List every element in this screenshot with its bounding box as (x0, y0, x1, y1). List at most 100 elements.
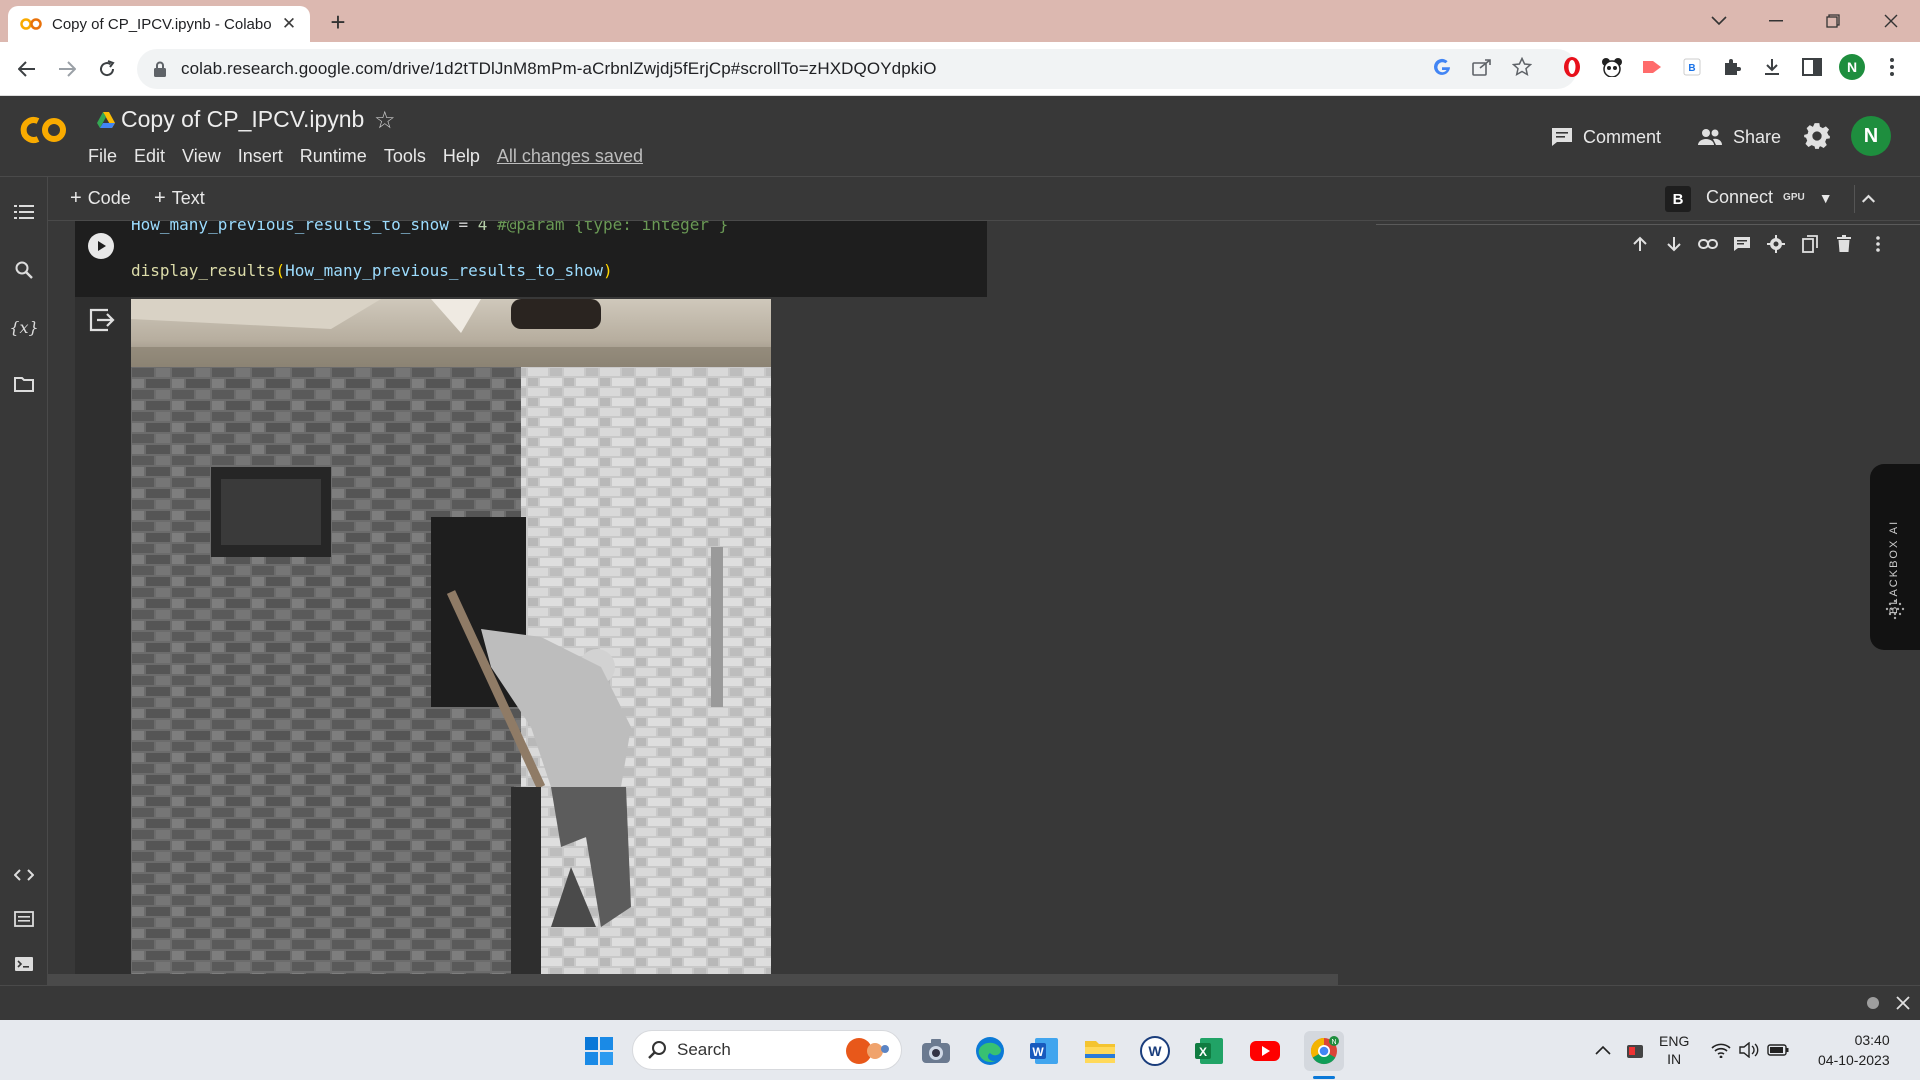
bookmark-star-icon[interactable] (1509, 54, 1535, 80)
app-circle-icon[interactable]: W (1138, 1034, 1172, 1068)
wifi-icon[interactable] (1711, 1042, 1731, 1058)
windows-start-icon[interactable] (582, 1034, 616, 1068)
chevron-down-icon[interactable]: ▼ (1819, 190, 1833, 206)
battery-icon[interactable] (1767, 1044, 1789, 1056)
taskbar-search-box[interactable]: Search (632, 1030, 902, 1070)
google-drive-icon[interactable] (96, 111, 116, 129)
browser-tab-colab[interactable]: Copy of CP_IPCV.ipynb - Colabo ✕ (8, 6, 310, 42)
share-button[interactable]: Share (1697, 122, 1781, 152)
file-explorer-icon[interactable] (1083, 1034, 1117, 1068)
menu-file[interactable]: File (88, 146, 117, 167)
play-icon (98, 241, 106, 251)
output-image-previous (131, 299, 771, 367)
blackbox-badge[interactable]: B (1665, 186, 1691, 212)
search-icon[interactable] (11, 257, 37, 283)
svg-text:W: W (1148, 1043, 1162, 1059)
back-arrow-icon[interactable] (12, 54, 42, 84)
reload-icon[interactable] (92, 54, 122, 84)
mirror-cell-icon[interactable] (1793, 231, 1827, 257)
menu-runtime[interactable]: Runtime (300, 146, 367, 167)
side-panel-icon[interactable] (1799, 54, 1825, 80)
table-of-contents-icon[interactable] (11, 199, 37, 225)
chrome-app-icon[interactable]: N (1304, 1031, 1344, 1071)
collapse-header-icon[interactable] (1854, 185, 1882, 213)
minimize-icon[interactable] (1756, 6, 1796, 36)
blackbox-ai-tab[interactable]: BLACKBOX AI (1870, 464, 1920, 650)
menu-view[interactable]: View (182, 146, 221, 167)
move-cell-up-icon[interactable] (1623, 231, 1657, 257)
panda-extension-icon[interactable] (1599, 54, 1625, 80)
people-icon (1698, 129, 1723, 145)
edge-browser-icon[interactable] (973, 1034, 1007, 1068)
chevron-up-icon[interactable] (1595, 1045, 1611, 1055)
output-menu-icon[interactable] (88, 307, 116, 333)
runtime-type-label: GPU (1783, 192, 1805, 203)
restore-icon[interactable] (1813, 6, 1853, 36)
notebook-title[interactable]: Copy of CP_IPCV.ipynb (121, 106, 364, 133)
star-notebook-icon[interactable]: ☆ (374, 106, 396, 135)
output-image-climber (131, 367, 771, 977)
user-avatar[interactable]: N (1851, 116, 1891, 156)
camera-app-icon[interactable] (919, 1034, 953, 1068)
variables-icon[interactable]: {x} (9, 314, 38, 340)
excel-app-icon[interactable]: X (1192, 1034, 1226, 1068)
connect-runtime-button[interactable]: Connect GPU ▼ (1706, 187, 1833, 208)
comment-button[interactable]: Comment (1551, 122, 1661, 152)
code-cell[interactable]: How_many_previous_results_to_show = 4 #@… (75, 221, 987, 297)
volume-icon[interactable] (1739, 1042, 1759, 1058)
tray-app-icon[interactable] (1625, 1041, 1645, 1059)
browser-menu-icon[interactable] (1879, 54, 1905, 80)
move-cell-down-icon[interactable] (1657, 231, 1691, 257)
url-text: colab.research.google.com/drive/1d2tTDlJ… (181, 59, 937, 78)
cell-toolbar (1623, 231, 1895, 257)
opera-extension-icon[interactable] (1559, 54, 1585, 80)
browser-toolbar: colab.research.google.com/drive/1d2tTDlJ… (0, 42, 1920, 96)
forward-arrow-icon[interactable] (52, 54, 82, 84)
link-icon[interactable] (1691, 231, 1725, 257)
profile-avatar[interactable]: N (1839, 54, 1865, 80)
menu-tools[interactable]: Tools (384, 146, 426, 167)
search-icon (648, 1041, 666, 1059)
code-snippets-icon[interactable] (11, 862, 37, 888)
status-close-icon[interactable] (1896, 996, 1910, 1010)
cell-settings-gear-icon[interactable] (1759, 231, 1793, 257)
menu-edit[interactable]: Edit (134, 146, 165, 167)
horizontal-scrollbar[interactable] (48, 974, 1338, 985)
window-close-icon[interactable] (1871, 6, 1911, 36)
more-options-icon[interactable] (1861, 231, 1895, 257)
google-g-icon[interactable] (1429, 54, 1455, 80)
comment-cell-icon[interactable] (1725, 231, 1759, 257)
extensions-puzzle-icon[interactable] (1719, 54, 1745, 80)
screencast-extension-icon[interactable] (1639, 54, 1665, 80)
terminal-icon[interactable] (11, 951, 37, 977)
code-line-1[interactable]: How_many_previous_results_to_show = 4 #@… (131, 221, 728, 234)
address-bar[interactable]: colab.research.google.com/drive/1d2tTDlJ… (137, 49, 1577, 89)
menu-insert[interactable]: Insert (238, 146, 283, 167)
svg-text:N: N (1331, 1039, 1336, 1046)
delete-cell-icon[interactable] (1827, 231, 1861, 257)
blackbox-extension-icon[interactable]: B (1679, 54, 1705, 80)
status-bar (0, 985, 1920, 1020)
svg-text:B: B (1688, 63, 1695, 74)
share-page-icon[interactable] (1469, 54, 1495, 80)
run-cell-button[interactable] (88, 233, 114, 259)
language-indicator[interactable]: ENG IN (1659, 1032, 1689, 1068)
save-status[interactable]: All changes saved (497, 146, 643, 167)
add-code-cell-button[interactable]: + Code (70, 187, 131, 210)
word-app-icon[interactable]: W (1027, 1034, 1061, 1068)
colab-logo-icon[interactable] (18, 114, 70, 146)
taskbar-clock[interactable]: 03:40 04-10-2023 (1818, 1030, 1890, 1070)
tab-search-chevron-icon[interactable] (1699, 6, 1739, 36)
add-text-cell-button[interactable]: + Text (154, 187, 205, 210)
browser-tab-strip: Copy of CP_IPCV.ipynb - Colabo ✕ + (0, 0, 1920, 42)
code-line-2[interactable]: display_results(How_many_previous_result… (131, 261, 613, 280)
menu-help[interactable]: Help (443, 146, 480, 167)
command-palette-icon[interactable] (11, 906, 37, 932)
new-tab-button[interactable]: + (325, 7, 351, 37)
active-app-indicator (1313, 1076, 1335, 1079)
download-icon[interactable] (1759, 54, 1785, 80)
settings-gear-icon[interactable] (1803, 122, 1831, 150)
youtube-app-icon[interactable] (1248, 1034, 1282, 1068)
tab-close-icon[interactable]: ✕ (280, 14, 298, 33)
files-folder-icon[interactable] (11, 371, 37, 397)
